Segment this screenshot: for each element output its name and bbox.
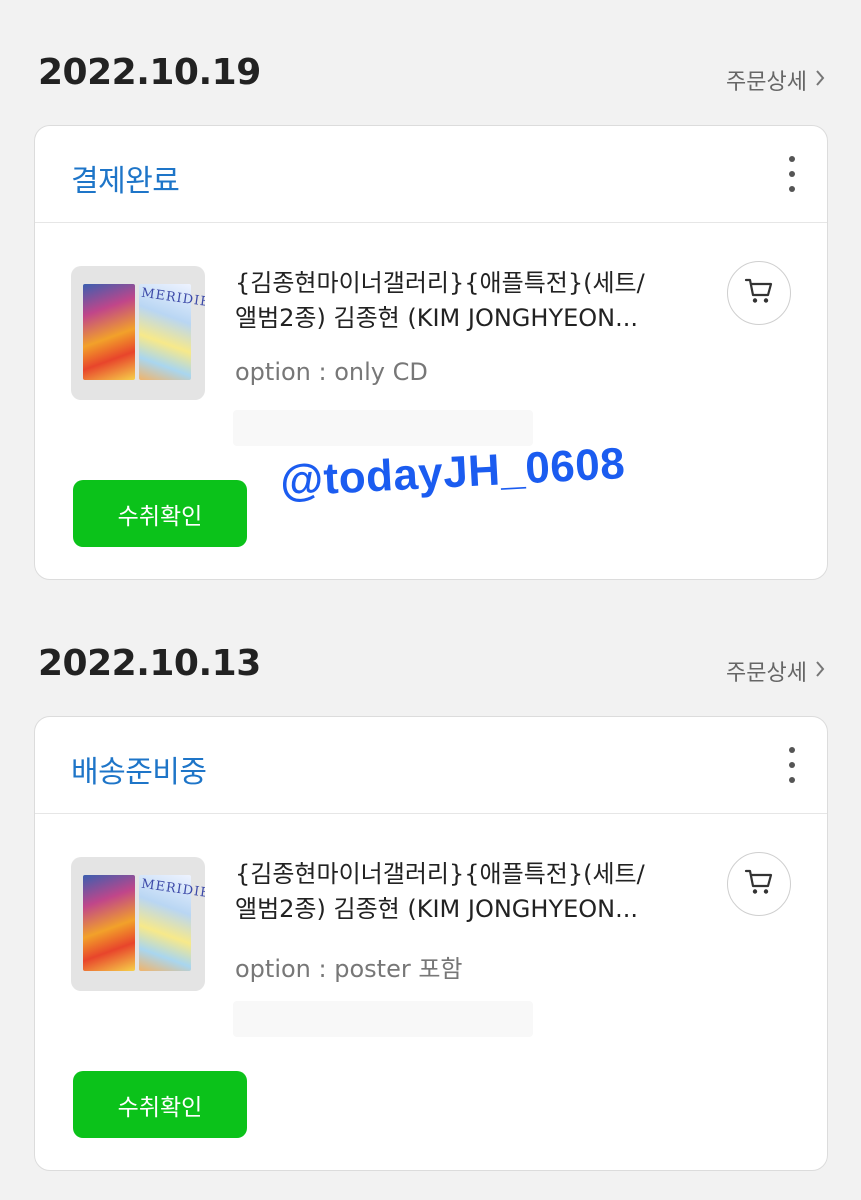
order-section-2: 2022.10.13 주문상세 배송준비중 MERIDIEM {김종현마이너갤러…: [0, 591, 861, 1171]
order-card: 배송준비중 MERIDIEM {김종현마이너갤러리}{애플특전}(세트/ 앨범2…: [34, 716, 828, 1171]
order-card-header: 결제완료: [35, 126, 827, 223]
album-cover-left: [83, 284, 135, 380]
product-title-line2: 앨범2종) 김종현 (KIM JONGHYEON...: [235, 895, 639, 923]
product-option: option : only CD: [235, 358, 428, 386]
order-detail-link[interactable]: 주문상세: [726, 64, 825, 96]
order-date: 2022.10.19: [38, 52, 261, 93]
redacted-price: [233, 1001, 533, 1037]
order-card: 결제완료 MERIDIEM {김종현마이너갤러리}{애플특전}(세트/ 앨범2종…: [34, 125, 828, 580]
add-to-cart-button[interactable]: [727, 261, 791, 325]
order-status: 결제완료: [71, 164, 180, 199]
product-title[interactable]: {김종현마이너갤러리}{애플특전}(세트/ 앨범2종) 김종현 (KIM JON…: [235, 857, 705, 927]
product-title-line1: {김종현마이너갤러리}{애플특전}(세트/: [235, 269, 645, 297]
order-card-header: 배송준비중: [35, 717, 827, 814]
order-detail-label: 주문상세: [726, 70, 807, 95]
product-option: option : poster 포함: [235, 955, 463, 983]
add-to-cart-button[interactable]: [727, 852, 791, 916]
order-status: 배송준비중: [71, 755, 207, 790]
cart-icon: [744, 277, 774, 309]
product-title[interactable]: {김종현마이너갤러리}{애플특전}(세트/ 앨범2종) 김종현 (KIM JON…: [235, 266, 705, 336]
product-thumbnail[interactable]: MERIDIEM: [71, 857, 205, 991]
order-date: 2022.10.13: [38, 643, 261, 684]
order-detail-label: 주문상세: [726, 661, 807, 686]
cart-icon: [744, 868, 774, 900]
confirm-receipt-button[interactable]: 수취확인: [73, 480, 247, 547]
chevron-right-icon: [815, 659, 825, 684]
chevron-right-icon: [815, 68, 825, 93]
product-thumbnail[interactable]: MERIDIEM: [71, 266, 205, 400]
product-title-line1: {김종현마이너갤러리}{애플특전}(세트/: [235, 860, 645, 888]
redacted-price: [233, 410, 533, 446]
confirm-receipt-button[interactable]: 수취확인: [73, 1071, 247, 1138]
product-title-line2: 앨범2종) 김종현 (KIM JONGHYEON...: [235, 304, 639, 332]
album-cover-left: [83, 875, 135, 971]
kebab-menu-icon[interactable]: [785, 156, 799, 192]
order-detail-link[interactable]: 주문상세: [726, 655, 825, 687]
kebab-menu-icon[interactable]: [785, 747, 799, 783]
